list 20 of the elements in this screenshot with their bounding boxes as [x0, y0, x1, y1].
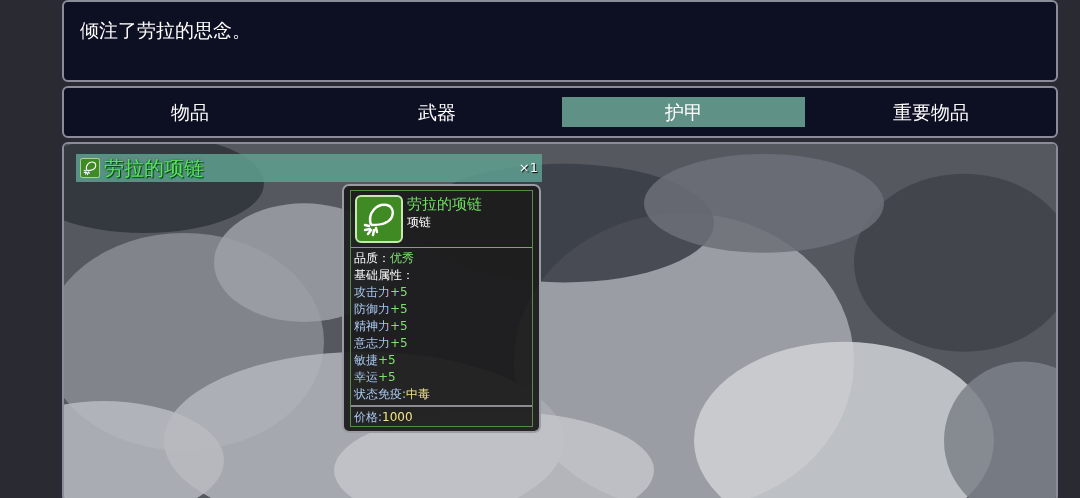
tab[interactable]: 武器: [315, 97, 558, 127]
message-text: 倾注了劳拉的思念。: [80, 19, 251, 41]
tab[interactable]: 物品: [68, 97, 311, 127]
tab[interactable]: 重要物品: [809, 97, 1052, 127]
stat-text: 敏捷+5: [353, 352, 397, 369]
necklace-icon: [355, 195, 403, 243]
stat-text: 精神力+5: [353, 318, 409, 335]
stat-text: 状态免疫:中毒: [353, 386, 432, 403]
stat-text: 意志力+5: [353, 335, 409, 352]
quality-text: 品质：优秀: [353, 250, 415, 267]
item-type: 项链: [407, 214, 432, 231]
stat-text: 幸运+5: [353, 369, 397, 386]
tab[interactable]: 护甲: [562, 97, 805, 127]
item-name: 劳拉的项链: [407, 195, 482, 213]
stat-text: 防御力+5: [353, 301, 409, 318]
stat-text: 攻击力+5: [353, 284, 409, 301]
base-attributes-label: 基础属性：: [353, 267, 415, 284]
price-text: 价格:1000: [351, 405, 532, 426]
necklace-icon: [80, 158, 100, 178]
item-row[interactable]: 劳拉的项链 ×1: [76, 154, 542, 182]
